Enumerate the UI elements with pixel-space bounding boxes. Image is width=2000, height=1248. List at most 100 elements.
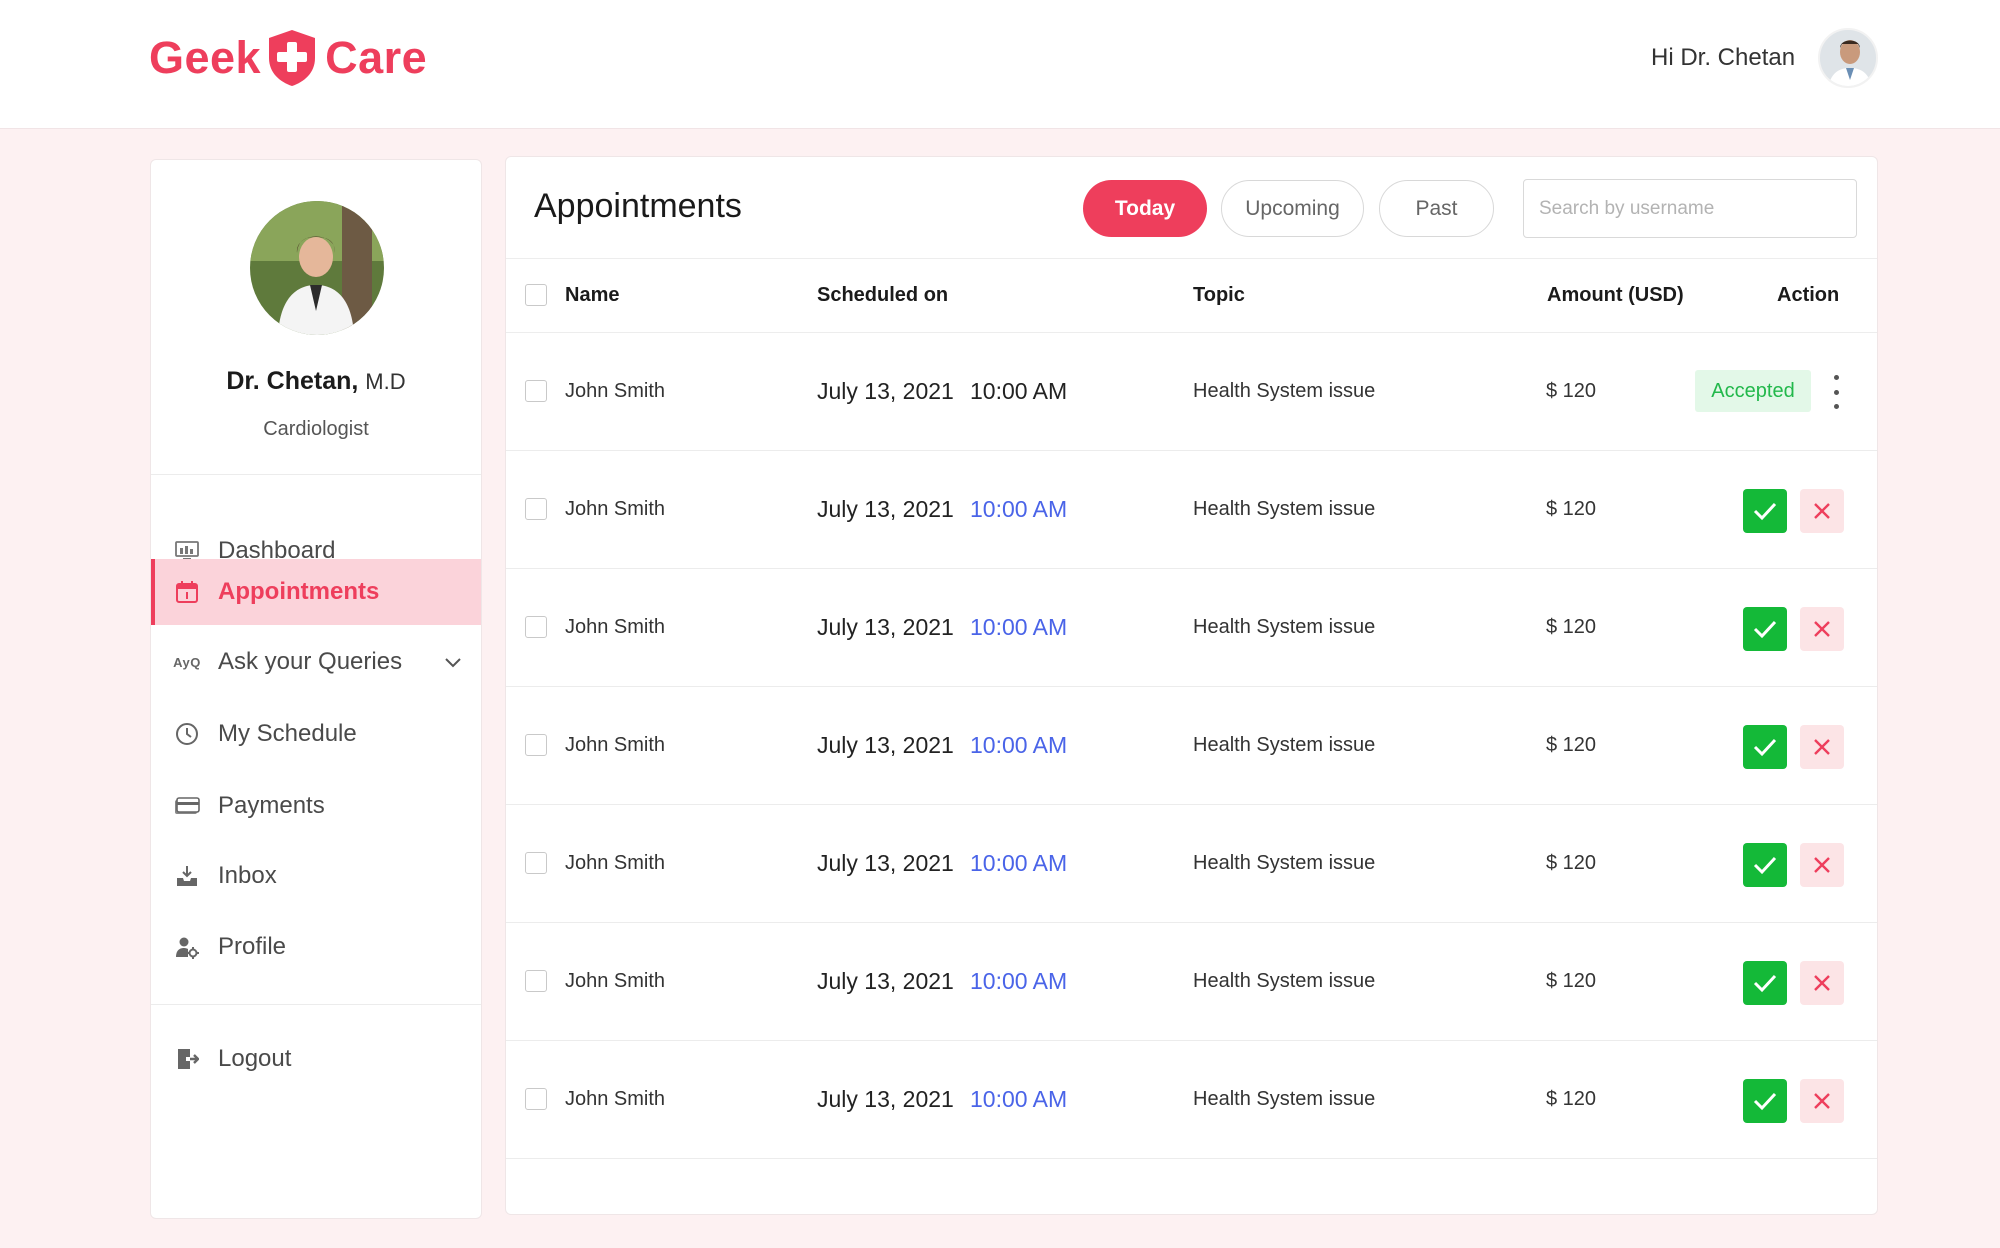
table-row[interactable]: John Smith July 13, 2021 10:00 AM Health… bbox=[506, 805, 1877, 923]
appointment-time: 10:00 AM bbox=[970, 378, 1068, 404]
sidebar-item-profile[interactable]: Profile bbox=[151, 915, 481, 979]
reject-button[interactable] bbox=[1800, 961, 1844, 1005]
accept-button[interactable] bbox=[1743, 607, 1787, 651]
close-icon bbox=[1814, 1093, 1830, 1109]
table-row[interactable]: John Smith July 13, 2021 10:00 AM Health… bbox=[506, 451, 1877, 569]
ayq-icon-text: AyQ bbox=[173, 654, 201, 670]
filter-past-button[interactable]: Past bbox=[1379, 180, 1494, 237]
appointment-time[interactable]: 10:00 AM bbox=[970, 805, 1067, 922]
appointments-panel: Appointments Today Upcoming Past Name Sc… bbox=[505, 156, 1878, 1215]
status-badge: Accepted bbox=[1695, 370, 1811, 412]
close-icon bbox=[1814, 621, 1830, 637]
user-greeting: Hi Dr. Chetan bbox=[1651, 44, 1796, 71]
filter-upcoming-button[interactable]: Upcoming bbox=[1221, 180, 1364, 237]
appointment-time[interactable]: 10:00 AM bbox=[970, 451, 1067, 568]
appointment-date: July 13, 2021 bbox=[817, 1086, 954, 1112]
close-icon bbox=[1814, 503, 1830, 519]
sidebar-item-my-schedule[interactable]: My Schedule bbox=[151, 702, 481, 766]
row-checkbox[interactable] bbox=[525, 1088, 547, 1110]
column-header-scheduled[interactable]: Scheduled on bbox=[817, 259, 948, 332]
table-row[interactable]: John Smith July 13, 2021 10:00 AM Health… bbox=[506, 569, 1877, 687]
appointment-amount: $ 120 bbox=[1546, 852, 1597, 874]
more-options-icon[interactable] bbox=[1828, 375, 1844, 409]
row-checkbox[interactable] bbox=[525, 970, 547, 992]
search-input[interactable] bbox=[1523, 179, 1857, 238]
reject-button[interactable] bbox=[1800, 1079, 1844, 1123]
filter-today-button[interactable]: Today bbox=[1083, 180, 1207, 237]
sidebar: Dr. Chetan, M.D Cardiologist Dashboard A… bbox=[150, 159, 482, 1219]
reject-button[interactable] bbox=[1800, 607, 1844, 651]
column-header-amount[interactable]: Amount (USD) bbox=[1547, 259, 1684, 332]
appointment-amount: $ 120 bbox=[1546, 734, 1597, 756]
close-icon bbox=[1814, 739, 1830, 755]
appointment-time[interactable]: 10:00 AM bbox=[970, 1041, 1067, 1158]
appointment-topic: Health System issue bbox=[1193, 498, 1376, 520]
logout-icon bbox=[174, 1046, 200, 1072]
shield-plus-icon bbox=[269, 30, 316, 86]
appointment-time[interactable]: 10:00 AM bbox=[970, 923, 1067, 1040]
calendar-icon bbox=[174, 579, 200, 605]
patient-name: John Smith bbox=[565, 734, 666, 756]
sidebar-item-label: Ask your Queries bbox=[218, 648, 403, 675]
divider bbox=[151, 474, 481, 475]
patient-name: John Smith bbox=[565, 1088, 666, 1110]
appointment-topic: Health System issue bbox=[1193, 380, 1376, 402]
check-icon bbox=[1753, 738, 1777, 757]
sidebar-item-ask-queries[interactable]: AyQ Ask your Queries bbox=[151, 630, 481, 694]
doctor-degree: M.D bbox=[365, 369, 406, 394]
accept-button[interactable] bbox=[1743, 1079, 1787, 1123]
accept-button[interactable] bbox=[1743, 843, 1787, 887]
check-icon bbox=[1753, 1092, 1777, 1111]
row-checkbox[interactable] bbox=[525, 616, 547, 638]
row-checkbox[interactable] bbox=[525, 380, 547, 402]
appointment-amount: $ 120 bbox=[1546, 380, 1597, 402]
appointment-amount: $ 120 bbox=[1546, 498, 1597, 520]
reject-button[interactable] bbox=[1800, 843, 1844, 887]
sidebar-item-label: Profile bbox=[218, 933, 287, 960]
reject-button[interactable] bbox=[1800, 489, 1844, 533]
logout-button[interactable]: Logout bbox=[151, 1027, 481, 1091]
appointment-time[interactable]: 10:00 AM bbox=[970, 569, 1067, 686]
table-row[interactable]: John Smith July 13, 2021 10:00 AM Health… bbox=[506, 333, 1877, 451]
sidebar-item-inbox[interactable]: Inbox bbox=[151, 844, 481, 908]
sidebar-item-label: Appointments bbox=[218, 578, 380, 605]
table-row[interactable]: John Smith July 13, 2021 10:00 AM Health… bbox=[506, 687, 1877, 805]
appointment-time[interactable]: 10:00 AM bbox=[970, 687, 1067, 804]
card-icon bbox=[174, 793, 200, 819]
patient-name: John Smith bbox=[565, 380, 666, 402]
ayq-icon: AyQ bbox=[173, 649, 201, 675]
select-all-checkbox[interactable] bbox=[525, 284, 547, 306]
table-row[interactable]: John Smith July 13, 2021 10:00 AM Health… bbox=[506, 923, 1877, 1041]
check-icon bbox=[1753, 620, 1777, 639]
sidebar-item-label: My Schedule bbox=[218, 720, 357, 747]
close-icon bbox=[1814, 975, 1830, 991]
clock-icon bbox=[174, 721, 200, 747]
geekcare-logo[interactable]: Geek Care bbox=[149, 26, 427, 90]
logo-text-left: Geek bbox=[149, 32, 262, 83]
row-checkbox[interactable] bbox=[525, 498, 547, 520]
logo-text-right: Care bbox=[325, 32, 428, 83]
reject-button[interactable] bbox=[1800, 725, 1844, 769]
accept-button[interactable] bbox=[1743, 725, 1787, 769]
row-checkbox[interactable] bbox=[525, 734, 547, 756]
accept-button[interactable] bbox=[1743, 489, 1787, 533]
doctor-specialty: Cardiologist bbox=[263, 418, 369, 440]
appointment-date: July 13, 2021 bbox=[817, 614, 954, 640]
patient-name: John Smith bbox=[565, 970, 666, 992]
row-checkbox[interactable] bbox=[525, 852, 547, 874]
avatar[interactable] bbox=[1818, 28, 1878, 88]
appointment-date: July 13, 2021 bbox=[817, 496, 954, 522]
accept-button[interactable] bbox=[1743, 961, 1787, 1005]
doctor-name: Dr. Chetan, M.D bbox=[151, 367, 481, 396]
column-header-name[interactable]: Name bbox=[565, 259, 619, 332]
appointment-topic: Health System issue bbox=[1193, 616, 1376, 638]
table-row[interactable]: John Smith July 13, 2021 10:00 AM Health… bbox=[506, 1041, 1877, 1159]
patient-name: John Smith bbox=[565, 498, 666, 520]
table-header: Name Scheduled on Topic Amount (USD) Act… bbox=[506, 258, 1877, 333]
sidebar-item-payments[interactable]: Payments bbox=[151, 774, 481, 838]
appointment-date: July 13, 2021 bbox=[817, 378, 954, 404]
column-header-topic[interactable]: Topic bbox=[1193, 259, 1245, 332]
chevron-down-icon[interactable] bbox=[443, 652, 463, 672]
sidebar-item-appointments[interactable]: Appointments bbox=[151, 559, 481, 625]
appointment-topic: Health System issue bbox=[1193, 852, 1376, 874]
